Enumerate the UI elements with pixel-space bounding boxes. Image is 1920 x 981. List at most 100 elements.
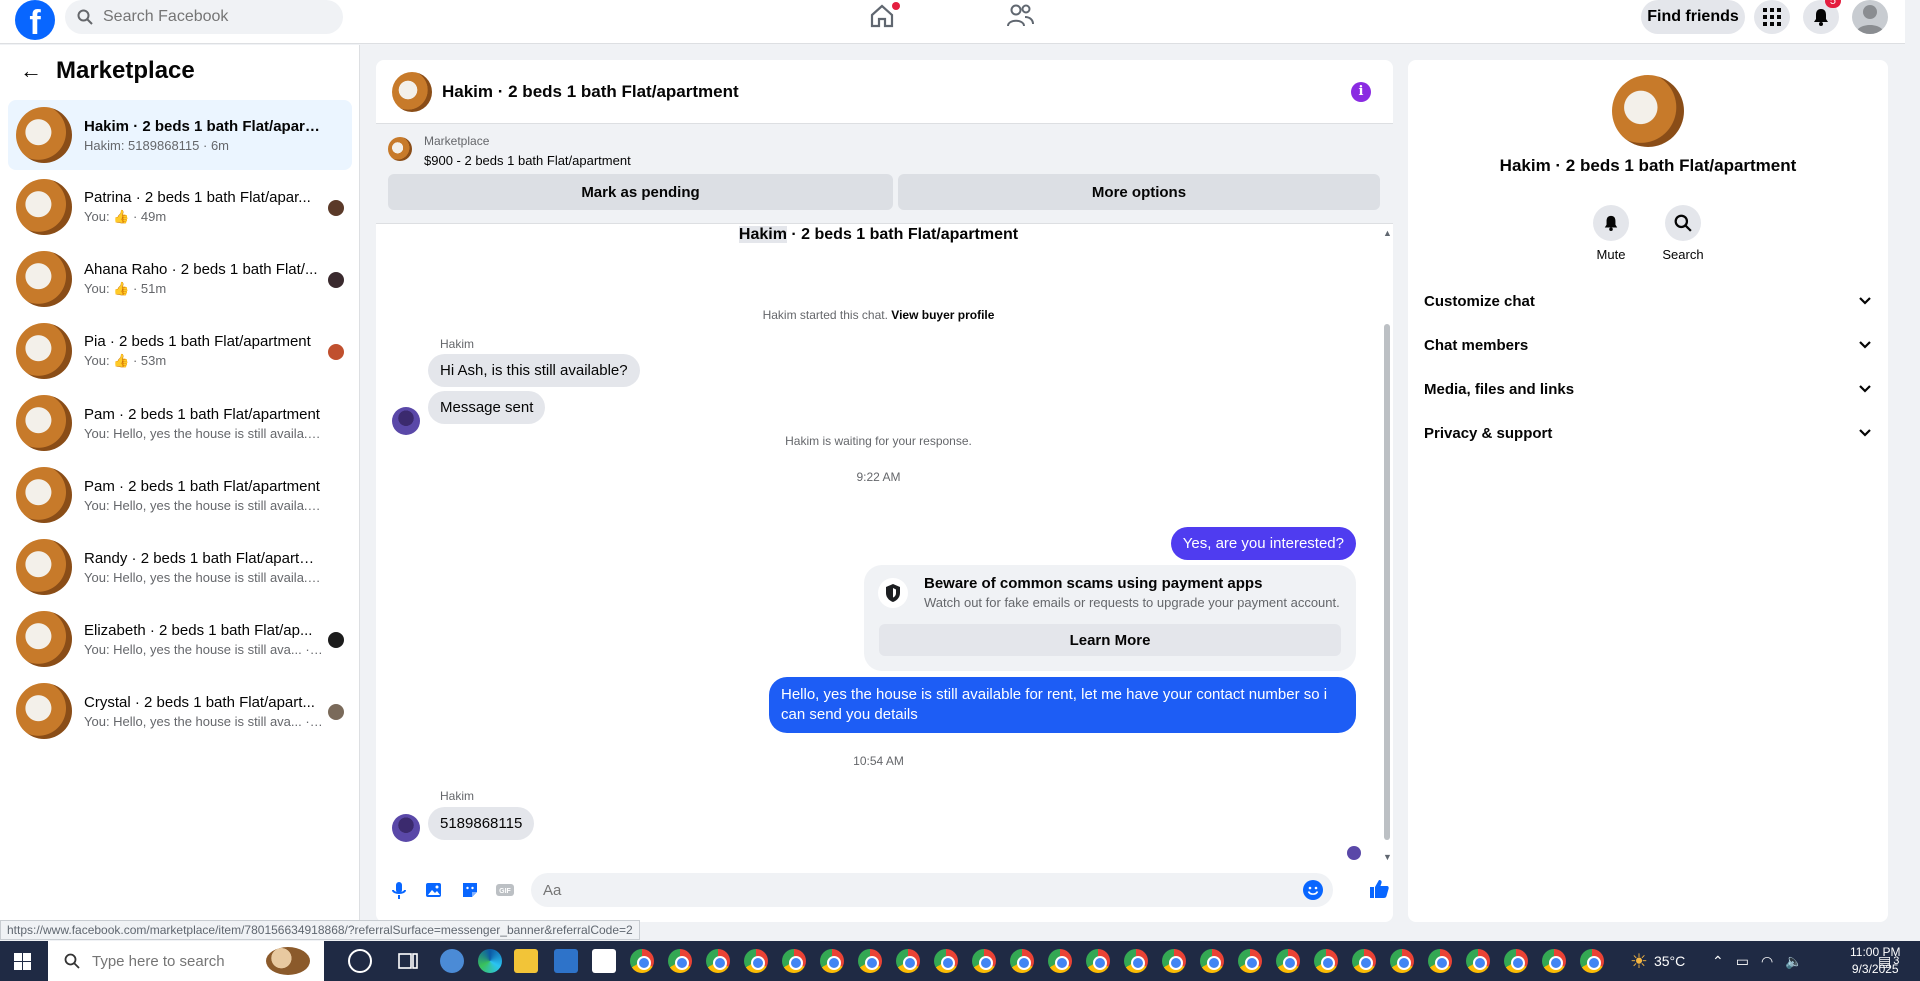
chat-item-pam-2[interactable]: Pam · 2 beds 1 bath Flat/apartment You: … bbox=[8, 460, 352, 530]
chat-item-crystal[interactable]: Crystal · 2 beds 1 bath Flat/apart... Yo… bbox=[8, 676, 352, 746]
chat-preview-prefix: You: bbox=[84, 209, 114, 224]
chrome-icon[interactable] bbox=[1466, 949, 1490, 973]
chrome-icon[interactable] bbox=[1542, 949, 1566, 973]
outgoing-message[interactable]: Hello, yes the house is still available … bbox=[769, 677, 1356, 733]
friends-nav-button[interactable] bbox=[1005, 2, 1037, 30]
conversation-title[interactable]: Hakim · 2 beds 1 bath Flat/apartment bbox=[442, 82, 739, 102]
back-arrow-icon[interactable]: ← bbox=[20, 58, 42, 84]
search-in-chat-button[interactable]: Search bbox=[1648, 205, 1718, 262]
microphone-icon[interactable] bbox=[389, 880, 409, 900]
task-view-icon[interactable] bbox=[396, 949, 420, 973]
chevron-up-icon[interactable]: ⌃ bbox=[1712, 953, 1724, 970]
chrome-icon[interactable] bbox=[1314, 949, 1338, 973]
incoming-message[interactable]: 5189868115 bbox=[428, 807, 535, 840]
chrome-icon[interactable] bbox=[934, 949, 958, 973]
chrome-icon[interactable] bbox=[668, 949, 692, 973]
emoji-icon[interactable] bbox=[1303, 880, 1323, 900]
mark-as-pending-button[interactable]: Mark as pending bbox=[388, 174, 893, 210]
message-input[interactable] bbox=[531, 873, 1271, 907]
search-input[interactable] bbox=[103, 8, 323, 26]
info-icon[interactable]: i bbox=[1351, 82, 1371, 102]
find-friends-button[interactable]: Find friends bbox=[1641, 0, 1745, 34]
system-tray[interactable]: ⌃ ▭ ◠ 🔈 bbox=[1712, 941, 1803, 981]
chrome-icon[interactable] bbox=[630, 949, 654, 973]
chat-item-elizabeth[interactable]: Elizabeth · 2 beds 1 bath Flat/ap... You… bbox=[8, 604, 352, 674]
network-icon[interactable]: ▭ bbox=[1736, 953, 1749, 970]
chat-item-patrina[interactable]: Patrina · 2 beds 1 bath Flat/apar... You… bbox=[8, 172, 352, 242]
sender-avatar[interactable] bbox=[392, 407, 420, 435]
account-avatar[interactable] bbox=[1852, 0, 1888, 34]
chat-item-pia[interactable]: Pia · 2 beds 1 bath Flat/apartment You: … bbox=[8, 316, 352, 386]
chrome-icon[interactable] bbox=[782, 949, 806, 973]
chat-item-hakim[interactable]: Hakim · 2 beds 1 bath Flat/apartm... Hak… bbox=[8, 100, 352, 170]
search-box[interactable] bbox=[65, 0, 343, 34]
scroll-up-arrow-icon[interactable]: ▲ bbox=[1383, 228, 1392, 238]
banner-price[interactable]: $900 - 2 beds 1 bath Flat/apartment bbox=[424, 153, 631, 168]
message-input-box[interactable] bbox=[531, 873, 1333, 907]
chrome-icon[interactable] bbox=[1048, 949, 1072, 973]
taskbar-search-input[interactable] bbox=[92, 952, 252, 970]
sticker-icon[interactable] bbox=[460, 880, 480, 900]
more-options-button[interactable]: More options bbox=[898, 174, 1380, 210]
chrome-icon[interactable] bbox=[1428, 949, 1452, 973]
notifications-button[interactable]: 5 bbox=[1803, 0, 1841, 34]
customize-chat-section[interactable]: Customize chat bbox=[1424, 283, 1872, 319]
windows-start-icon[interactable] bbox=[14, 953, 31, 970]
chrome-icon[interactable] bbox=[1580, 949, 1604, 973]
chrome-icon[interactable] bbox=[1238, 949, 1262, 973]
wifi-icon[interactable]: ◠ bbox=[1761, 953, 1773, 970]
learn-more-button[interactable]: Learn More bbox=[879, 624, 1341, 656]
photo-icon[interactable] bbox=[424, 880, 444, 900]
gif-icon[interactable]: GIF bbox=[495, 880, 515, 900]
chrome-icon[interactable] bbox=[706, 949, 730, 973]
chrome-icon[interactable] bbox=[858, 949, 882, 973]
outgoing-message[interactable]: Yes, are you interested? bbox=[1170, 527, 1356, 560]
cortana-icon[interactable] bbox=[348, 949, 372, 973]
media-files-links-section[interactable]: Media, files and links bbox=[1424, 371, 1872, 407]
chat-item-pam-1[interactable]: Pam · 2 beds 1 bath Flat/apartment You: … bbox=[8, 388, 352, 458]
section-label: Customize chat bbox=[1424, 292, 1535, 310]
home-nav-button[interactable] bbox=[868, 2, 900, 30]
mail-icon[interactable] bbox=[592, 949, 616, 973]
chrome-icon[interactable] bbox=[1390, 949, 1414, 973]
chrome-icon[interactable] bbox=[1352, 949, 1376, 973]
taskbar-search-box[interactable] bbox=[48, 941, 324, 981]
action-center-button[interactable]: ▤ 3 bbox=[1878, 941, 1899, 981]
chat-members-section[interactable]: Chat members bbox=[1424, 327, 1872, 363]
scroll-thumb[interactable] bbox=[1384, 324, 1390, 840]
chrome-icon[interactable] bbox=[972, 949, 996, 973]
incoming-message[interactable]: Message sent bbox=[428, 391, 546, 424]
volume-icon[interactable]: 🔈 bbox=[1785, 953, 1802, 970]
listing-thumbnail-large[interactable] bbox=[1612, 75, 1684, 147]
incoming-message[interactable]: Hi Ash, is this still available? bbox=[428, 354, 640, 387]
chrome-icon[interactable] bbox=[1162, 949, 1186, 973]
chat-item-randy[interactable]: Randy · 2 beds 1 bath Flat/apartm... You… bbox=[8, 532, 352, 602]
chrome-icon[interactable] bbox=[744, 949, 768, 973]
view-buyer-profile-link[interactable]: View buyer profile bbox=[891, 308, 994, 322]
listing-thumbnail[interactable] bbox=[392, 71, 432, 112]
weather-widget[interactable]: ☀ 35°C bbox=[1630, 941, 1685, 981]
edge-icon[interactable] bbox=[478, 949, 502, 973]
store-icon[interactable] bbox=[554, 949, 578, 973]
chrome-icon[interactable] bbox=[1276, 949, 1300, 973]
privacy-support-section[interactable]: Privacy & support bbox=[1424, 415, 1872, 451]
facebook-logo[interactable]: f bbox=[15, 0, 55, 42]
chrome-icon[interactable] bbox=[1086, 949, 1110, 973]
sender-avatar[interactable] bbox=[392, 814, 420, 842]
menu-button[interactable] bbox=[1754, 0, 1790, 34]
thread-scrollbar[interactable]: ▲ ▼ bbox=[1381, 224, 1393, 864]
chrome-icon[interactable] bbox=[1010, 949, 1034, 973]
mute-button[interactable]: Mute bbox=[1576, 205, 1646, 262]
scroll-down-arrow-icon[interactable]: ▼ bbox=[1383, 852, 1392, 862]
chrome-icon[interactable] bbox=[820, 949, 844, 973]
chrome-icon[interactable] bbox=[1200, 949, 1224, 973]
chat-bubble-icon: ▤ bbox=[1878, 952, 1892, 969]
file-explorer-icon[interactable] bbox=[514, 949, 538, 973]
chrome-icon[interactable] bbox=[1124, 949, 1148, 973]
chat-preview: Hakim: 5189868115 · 6m bbox=[84, 137, 230, 153]
thumbs-up-icon[interactable] bbox=[1368, 878, 1390, 900]
chrome-icon[interactable] bbox=[1504, 949, 1528, 973]
chrome-icon[interactable] bbox=[896, 949, 920, 973]
chat-item-ahana-raho[interactable]: Ahana Raho · 2 beds 1 bath Flat/... You:… bbox=[8, 244, 352, 314]
app-icon[interactable] bbox=[440, 949, 464, 973]
